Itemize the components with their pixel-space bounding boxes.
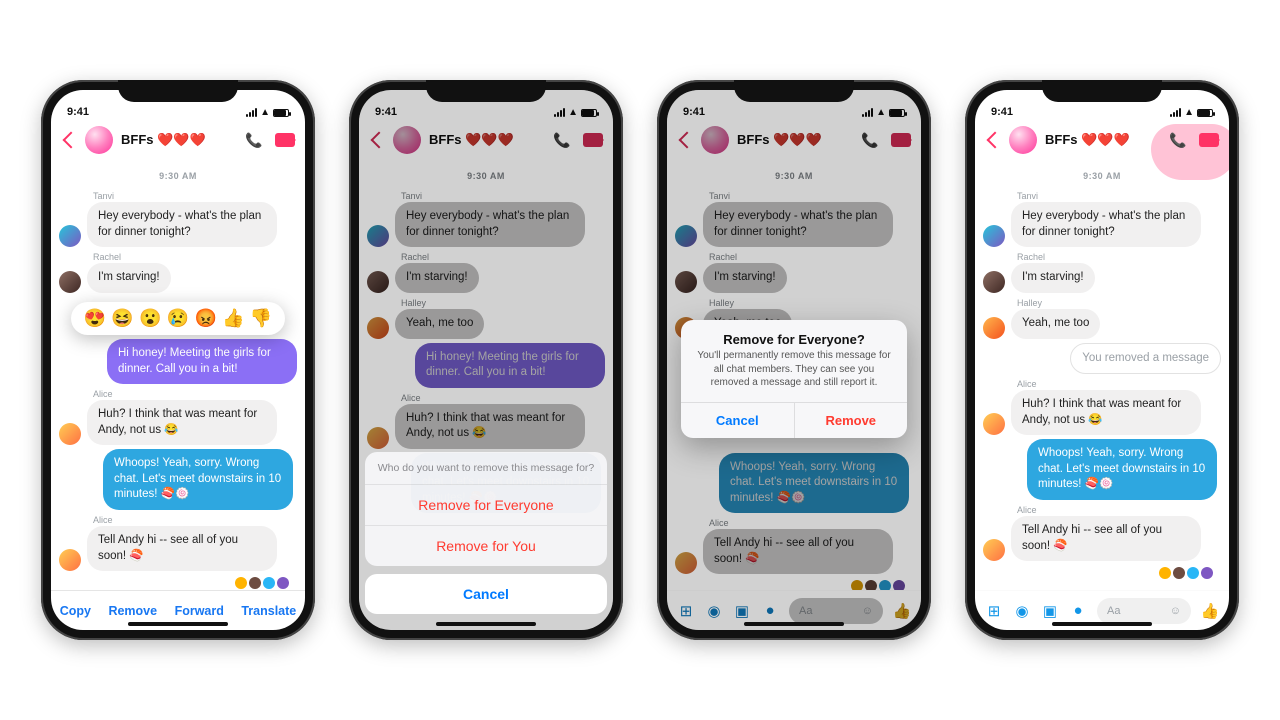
message-in[interactable]: Huh? I think that was meant for Andy, no… bbox=[87, 400, 277, 445]
phone-4: 9:41 ▲ BFFs ❤️❤️❤️ 📞 9:30 AM Tanvi Hey e… bbox=[965, 80, 1239, 640]
status-time: 9:41 bbox=[991, 106, 1013, 118]
voice-call-icon[interactable]: 📞 bbox=[1169, 132, 1185, 148]
video-call-icon[interactable] bbox=[891, 133, 911, 147]
notch bbox=[734, 80, 854, 102]
message-list: 9:30 AM Tanvi Hey everybody - what's the… bbox=[975, 160, 1229, 590]
like-icon[interactable]: 👍 bbox=[893, 602, 911, 620]
message-out-selected[interactable]: Hi honey! Meeting the girls for dinner. … bbox=[107, 339, 297, 384]
gallery-icon[interactable]: ▣ bbox=[733, 602, 751, 620]
status-time: 9:41 bbox=[375, 106, 397, 118]
avatar-small bbox=[59, 271, 81, 293]
back-icon[interactable] bbox=[987, 132, 1004, 149]
battery-icon bbox=[273, 109, 289, 117]
chat-avatar[interactable] bbox=[701, 126, 729, 154]
video-call-icon[interactable] bbox=[275, 133, 295, 147]
home-indicator[interactable] bbox=[436, 622, 536, 626]
voice-call-icon[interactable]: 📞 bbox=[861, 132, 877, 148]
video-call-icon[interactable] bbox=[583, 133, 603, 147]
remove-button[interactable]: Remove bbox=[108, 604, 157, 618]
remove-for-you-button[interactable]: Remove for You bbox=[365, 525, 607, 566]
alert-cancel-button[interactable]: Cancel bbox=[681, 403, 795, 438]
message-in[interactable]: I'm starving! bbox=[87, 263, 171, 293]
message-input[interactable]: Aa☺ bbox=[789, 598, 883, 624]
alert-body: You'll permanently remove this message f… bbox=[681, 349, 907, 402]
chat-header: BFFs ❤️❤️❤️ 📞 bbox=[51, 120, 305, 160]
message-list: 9:30 AM Tanvi Hey everybody - what's the… bbox=[51, 160, 305, 590]
alert-title: Remove for Everyone? bbox=[681, 320, 907, 349]
sender-label: Alice bbox=[59, 388, 297, 400]
message-in[interactable]: Tell Andy hi -- see all of you soon! 🍣 bbox=[87, 526, 277, 571]
avatar-small bbox=[59, 423, 81, 445]
back-icon[interactable] bbox=[371, 132, 388, 149]
reaction-thumbs-up[interactable]: 👍 bbox=[222, 308, 244, 329]
sender-label: Tanvi bbox=[59, 190, 297, 202]
home-indicator[interactable] bbox=[128, 622, 228, 626]
chat-header: BFFs ❤️❤️❤️ 📞 bbox=[667, 120, 921, 160]
back-icon[interactable] bbox=[63, 132, 80, 149]
remove-for-everyone-button[interactable]: Remove for Everyone bbox=[365, 484, 607, 525]
status-time: 9:41 bbox=[67, 106, 89, 118]
apps-icon[interactable]: ⊞ bbox=[985, 602, 1003, 620]
phone-2: 9:41 ▲ BFFs ❤️❤️❤️ 📞 9:30 AM Tanvi Hey e… bbox=[349, 80, 623, 640]
chat-avatar[interactable] bbox=[393, 126, 421, 154]
reaction-wow[interactable]: 😮 bbox=[139, 308, 161, 329]
forward-button[interactable]: Forward bbox=[175, 604, 224, 618]
cancel-button[interactable]: Cancel bbox=[365, 574, 607, 614]
notch bbox=[1042, 80, 1162, 102]
voice-call-icon[interactable]: 📞 bbox=[553, 132, 569, 148]
mic-icon[interactable]: ● bbox=[761, 602, 779, 620]
reaction-love[interactable]: 😍 bbox=[84, 308, 106, 329]
camera-icon[interactable]: ◉ bbox=[1013, 602, 1031, 620]
seen-indicators bbox=[983, 565, 1221, 583]
phone-3: 9:41 ▲ BFFs ❤️❤️❤️ 📞 9:30 AM Tanvi Hey e… bbox=[657, 80, 931, 640]
seen-indicators bbox=[675, 578, 913, 590]
translate-button[interactable]: Translate bbox=[241, 604, 296, 618]
reaction-sad[interactable]: 😢 bbox=[167, 308, 189, 329]
reaction-haha[interactable]: 😆 bbox=[111, 308, 133, 329]
gallery-icon[interactable]: ▣ bbox=[1041, 602, 1059, 620]
phone-1: 9:41 ▲ BFFs ❤️❤️❤️ 📞 9:30 AM Tanvi Hey e… bbox=[41, 80, 315, 640]
message-out[interactable]: Whoops! Yeah, sorry. Wrong chat. Let's m… bbox=[103, 449, 293, 510]
wifi-icon: ▲ bbox=[260, 107, 270, 118]
status-time: 9:41 bbox=[683, 106, 705, 118]
camera-icon[interactable]: ◉ bbox=[705, 602, 723, 620]
chat-title[interactable]: BFFs ❤️❤️❤️ bbox=[121, 132, 237, 148]
chat-header: BFFs ❤️❤️❤️ 📞 bbox=[359, 120, 613, 160]
remove-action-sheet: Who do you want to remove this message f… bbox=[365, 452, 607, 622]
signal-icon bbox=[246, 108, 257, 117]
chat-header: BFFs ❤️❤️❤️ 📞 bbox=[975, 120, 1229, 160]
sheet-title: Who do you want to remove this message f… bbox=[365, 452, 607, 484]
notch bbox=[118, 80, 238, 102]
apps-icon[interactable]: ⊞ bbox=[677, 602, 695, 620]
chat-avatar[interactable] bbox=[1009, 126, 1037, 154]
confirm-remove-alert: Remove for Everyone? You'll permanently … bbox=[681, 320, 907, 438]
reaction-angry[interactable]: 😡 bbox=[194, 308, 216, 329]
avatar-small bbox=[59, 549, 81, 571]
copy-button[interactable]: Copy bbox=[60, 604, 91, 618]
alert-remove-button[interactable]: Remove bbox=[795, 403, 908, 438]
chat-avatar[interactable] bbox=[85, 126, 113, 154]
chat-title[interactable]: BFFs ❤️❤️❤️ bbox=[737, 132, 853, 148]
home-indicator[interactable] bbox=[744, 622, 844, 626]
sender-label: Alice bbox=[59, 514, 297, 526]
seen-indicators bbox=[59, 575, 297, 590]
notch bbox=[426, 80, 546, 102]
back-icon[interactable] bbox=[679, 132, 696, 149]
chat-title[interactable]: BFFs ❤️❤️❤️ bbox=[429, 132, 545, 148]
voice-call-icon[interactable]: 📞 bbox=[245, 132, 261, 148]
message-in[interactable]: Hey everybody - what's the plan for dinn… bbox=[87, 202, 277, 247]
removed-message[interactable]: You removed a message bbox=[1070, 343, 1221, 375]
home-indicator[interactable] bbox=[1052, 622, 1152, 626]
reaction-picker[interactable]: 😍 😆 😮 😢 😡 👍 👎 bbox=[71, 302, 285, 335]
reaction-thumbs-down[interactable]: 👎 bbox=[250, 308, 272, 329]
message-input[interactable]: Aa☺ bbox=[1097, 598, 1191, 624]
avatar-small bbox=[59, 225, 81, 247]
video-call-icon[interactable] bbox=[1199, 133, 1219, 147]
mic-icon[interactable]: ● bbox=[1069, 602, 1087, 620]
like-icon[interactable]: 👍 bbox=[1201, 602, 1219, 620]
sender-label: Rachel bbox=[59, 251, 297, 263]
chat-title[interactable]: BFFs ❤️❤️❤️ bbox=[1045, 132, 1161, 148]
timestamp: 9:30 AM bbox=[59, 164, 297, 186]
